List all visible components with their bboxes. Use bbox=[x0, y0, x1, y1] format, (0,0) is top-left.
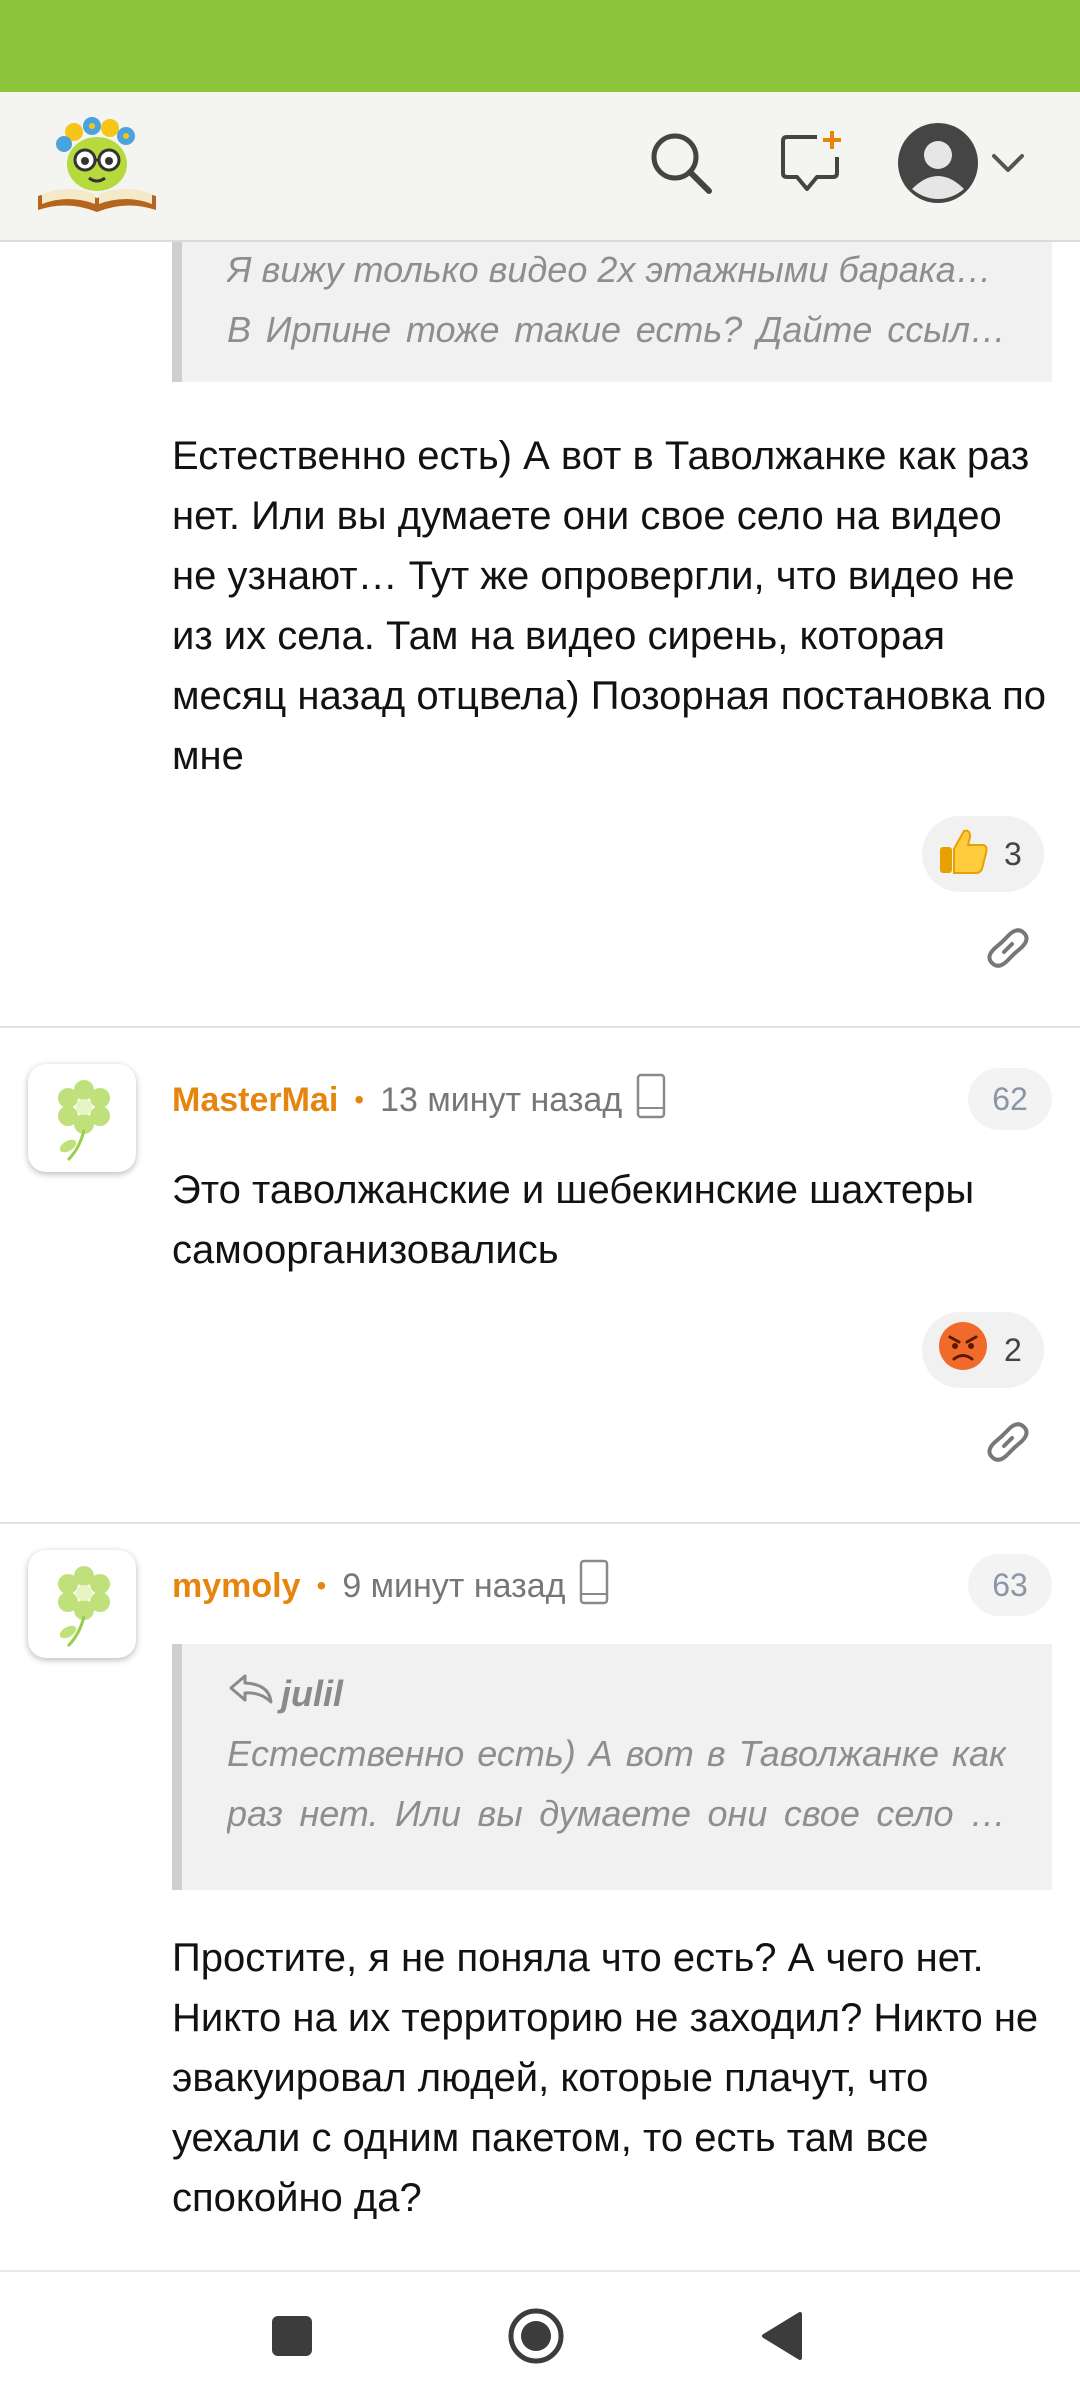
comment-number-badge[interactable]: 62 bbox=[968, 1068, 1052, 1130]
comment-number-badge[interactable]: 63 bbox=[968, 1554, 1052, 1616]
username[interactable]: mymoly bbox=[172, 1567, 301, 1606]
reaction-button[interactable]: 3 bbox=[922, 816, 1044, 892]
home-button[interactable] bbox=[502, 2304, 570, 2372]
comment-text: Естественно есть) А вот в Таволжанке как… bbox=[172, 434, 1046, 778]
recent-apps-button[interactable] bbox=[258, 2304, 326, 2372]
avatar[interactable] bbox=[28, 1550, 136, 1658]
mobile-device-icon bbox=[636, 1073, 666, 1128]
back-button[interactable] bbox=[748, 2304, 816, 2372]
comment-meta: mymoly • 9 минут назад bbox=[172, 1556, 609, 1616]
comment-time: 9 минут назад bbox=[342, 1566, 566, 1605]
reaction-count: 3 bbox=[1004, 835, 1022, 872]
app-header bbox=[0, 92, 1080, 242]
separator-dot: • bbox=[316, 1570, 327, 1601]
profile-menu-button[interactable] bbox=[896, 120, 1036, 210]
site-logo[interactable] bbox=[34, 108, 160, 220]
link-icon bbox=[980, 928, 1036, 980]
comment-link-button[interactable] bbox=[980, 920, 1036, 976]
mobile-device-icon bbox=[579, 1559, 609, 1614]
quote-line: Естественно есть) А вот в Таволжанке как bbox=[227, 1733, 1006, 1774]
system-nav-bar bbox=[0, 2270, 1080, 2402]
comments-feed[interactable]: Я вижу только видео 2х этажными бараками… bbox=[0, 240, 1080, 2270]
search-button[interactable] bbox=[636, 120, 726, 210]
status-bar bbox=[0, 0, 1080, 92]
quoted-comment[interactable]: Я вижу только видео 2х этажными бараками… bbox=[172, 240, 1052, 382]
new-message-button[interactable] bbox=[768, 120, 858, 210]
reaction-count: 2 bbox=[1004, 1331, 1022, 1368]
comment-text: Простите, я не поняла что есть? А чего н… bbox=[172, 1936, 1039, 2220]
comment-meta: MasterMai • 13 минут назад bbox=[172, 1070, 666, 1130]
angry-face-icon bbox=[936, 1319, 990, 1381]
home-icon bbox=[506, 2306, 566, 2371]
username[interactable]: MasterMai bbox=[172, 1081, 338, 1120]
search-icon bbox=[645, 127, 717, 204]
quote-line: Я вижу только видео 2х этажными бараками… bbox=[227, 249, 1006, 290]
quote-author[interactable]: julil bbox=[227, 1664, 1006, 1724]
reaction-button[interactable]: 2 bbox=[922, 1312, 1044, 1388]
reply-arrow-icon bbox=[227, 1664, 275, 1724]
recent-apps-icon bbox=[270, 2314, 314, 2363]
link-icon bbox=[980, 1422, 1036, 1474]
avatar[interactable] bbox=[28, 1064, 136, 1172]
back-icon bbox=[758, 2310, 806, 2367]
quote-author-name: julil bbox=[281, 1673, 343, 1714]
quote-line: В Ирпине тоже такие есть? Дайте ссыл… bbox=[227, 309, 1006, 350]
comment-time: 13 минут назад bbox=[380, 1080, 623, 1119]
comment-divider bbox=[0, 1522, 1080, 1524]
new-message-icon bbox=[777, 127, 849, 204]
user-avatar-icon bbox=[896, 121, 980, 210]
chevron-down-icon bbox=[990, 151, 1026, 180]
comment-text: Это таволжанские и шебекинские шахтеры с… bbox=[172, 1168, 975, 1272]
comment-link-button[interactable] bbox=[980, 1414, 1036, 1470]
thumbs-up-icon bbox=[936, 823, 990, 885]
quote-line: раз нет. Или вы думаете они свое село … bbox=[227, 1793, 1006, 1834]
separator-dot: • bbox=[354, 1084, 365, 1115]
quoted-comment[interactable]: julil Естественно есть) А вот в Таволжан… bbox=[172, 1644, 1052, 1890]
comment-divider bbox=[0, 1026, 1080, 1028]
